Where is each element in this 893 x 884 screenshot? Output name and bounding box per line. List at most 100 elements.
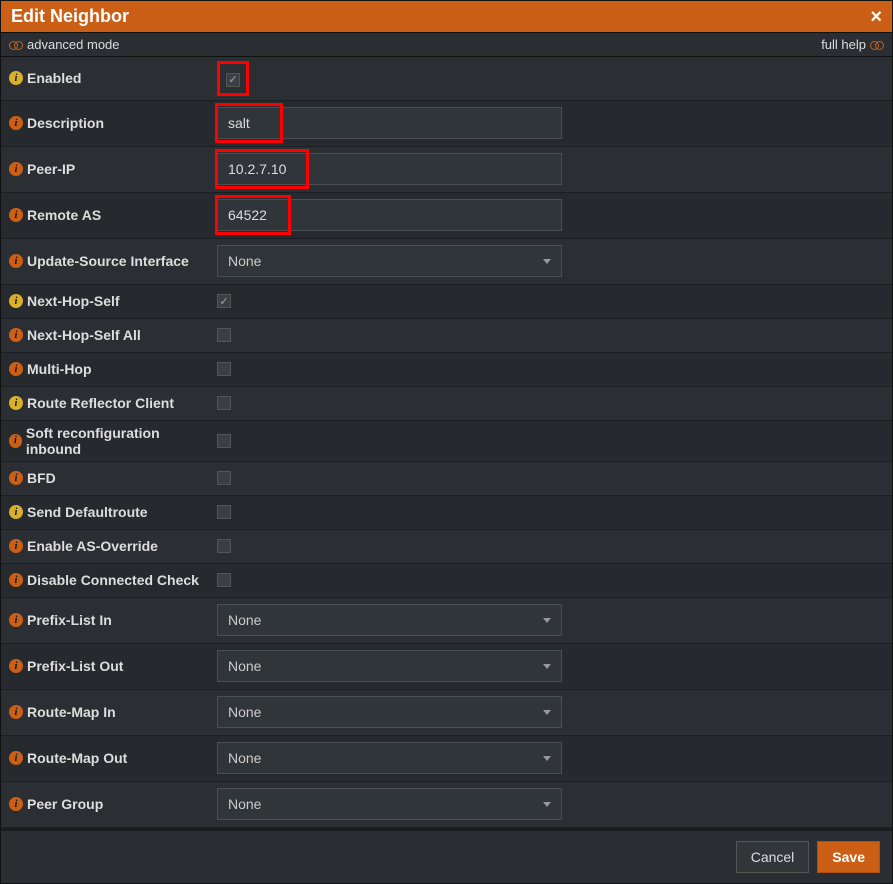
enabled-checkbox[interactable]	[226, 73, 240, 87]
row-remoteas: i Remote AS	[1, 193, 892, 239]
full-help-label: full help	[821, 37, 866, 52]
info-icon[interactable]: i	[9, 797, 23, 811]
updatesource-select[interactable]: None	[217, 245, 562, 277]
chevron-down-icon	[543, 710, 551, 715]
info-icon[interactable]: i	[9, 613, 23, 627]
label-prefixout: Prefix-List Out	[27, 658, 123, 674]
modal-footer: Cancel Save	[1, 828, 892, 883]
modal-titlebar: Edit Neighbor ×	[1, 1, 892, 32]
label-bfd: BFD	[27, 470, 56, 486]
updatesource-value: None	[228, 253, 261, 269]
chevron-down-icon	[543, 756, 551, 761]
info-icon[interactable]: i	[9, 294, 23, 308]
modal-title: Edit Neighbor	[11, 6, 129, 27]
info-icon[interactable]: i	[9, 434, 22, 448]
info-icon[interactable]: i	[9, 162, 23, 176]
peergroup-select[interactable]: None	[217, 788, 562, 820]
info-icon[interactable]: i	[9, 471, 23, 485]
label-nexthopselfall: Next-Hop-Self All	[27, 327, 141, 343]
peerip-input[interactable]	[217, 153, 562, 185]
form-body: i Enabled i Description	[1, 57, 892, 828]
routemapin-select[interactable]: None	[217, 696, 562, 728]
label-peergroup: Peer Group	[27, 796, 103, 812]
label-rrclient: Route Reflector Client	[27, 395, 174, 411]
prefixin-select[interactable]: None	[217, 604, 562, 636]
routemapin-value: None	[228, 704, 261, 720]
chevron-down-icon	[543, 664, 551, 669]
routemapout-select[interactable]: None	[217, 742, 562, 774]
row-routemapout: i Route-Map Out None	[1, 736, 892, 782]
senddefault-checkbox[interactable]	[217, 505, 231, 519]
row-prefixin: i Prefix-List In None	[1, 598, 892, 644]
row-asoverride: i Enable AS-Override	[1, 530, 892, 564]
peergroup-value: None	[228, 796, 261, 812]
info-icon[interactable]: i	[9, 539, 23, 553]
advanced-mode-label: advanced mode	[27, 37, 120, 52]
row-rrclient: i Route Reflector Client	[1, 387, 892, 421]
mode-toolbar: advanced mode full help	[1, 32, 892, 57]
cancel-button[interactable]: Cancel	[736, 841, 810, 873]
label-routemapin: Route-Map In	[27, 704, 116, 720]
chevron-down-icon	[543, 802, 551, 807]
chevron-down-icon	[543, 259, 551, 264]
label-routemapout: Route-Map Out	[27, 750, 127, 766]
full-help-toggle[interactable]: full help	[821, 37, 884, 52]
rrclient-checkbox[interactable]	[217, 396, 231, 410]
highlight-enabled	[217, 61, 249, 96]
info-icon[interactable]: i	[9, 573, 23, 587]
bfd-checkbox[interactable]	[217, 471, 231, 485]
row-nexthopselfall: i Next-Hop-Self All	[1, 319, 892, 353]
row-peergroup: i Peer Group None	[1, 782, 892, 828]
disableconn-checkbox[interactable]	[217, 573, 231, 587]
label-multihop: Multi-Hop	[27, 361, 92, 377]
label-senddefault: Send Defaultroute	[27, 504, 148, 520]
label-updatesource: Update-Source Interface	[27, 253, 189, 269]
nexthopselfall-checkbox[interactable]	[217, 328, 231, 342]
info-icon[interactable]: i	[9, 705, 23, 719]
edit-neighbor-modal: Edit Neighbor × advanced mode full help …	[0, 0, 893, 884]
row-senddefault: i Send Defaultroute	[1, 496, 892, 530]
prefixout-select[interactable]: None	[217, 650, 562, 682]
row-updatesource: i Update-Source Interface None	[1, 239, 892, 285]
asoverride-checkbox[interactable]	[217, 539, 231, 553]
label-peerip: Peer-IP	[27, 161, 75, 177]
row-peerip: i Peer-IP	[1, 147, 892, 193]
save-button[interactable]: Save	[817, 841, 880, 873]
prefixin-value: None	[228, 612, 261, 628]
info-icon[interactable]: i	[9, 505, 23, 519]
row-disableconn: i Disable Connected Check	[1, 564, 892, 598]
softreconf-checkbox[interactable]	[217, 434, 231, 448]
info-icon[interactable]: i	[9, 116, 23, 130]
info-icon[interactable]: i	[9, 362, 23, 376]
info-icon[interactable]: i	[9, 751, 23, 765]
row-prefixout: i Prefix-List Out None	[1, 644, 892, 690]
row-nexthopself: i Next-Hop-Self	[1, 285, 892, 319]
row-multihop: i Multi-Hop	[1, 353, 892, 387]
info-icon[interactable]: i	[9, 659, 23, 673]
toggle-icon	[9, 40, 23, 50]
multihop-checkbox[interactable]	[217, 362, 231, 376]
remoteas-input[interactable]	[217, 199, 562, 231]
info-icon[interactable]: i	[9, 71, 23, 85]
close-icon[interactable]: ×	[870, 7, 882, 27]
nexthopself-checkbox[interactable]	[217, 294, 231, 308]
description-input[interactable]	[217, 107, 562, 139]
info-icon[interactable]: i	[9, 396, 23, 410]
label-nexthopself: Next-Hop-Self	[27, 293, 120, 309]
row-softreconf: i Soft reconfiguration inbound	[1, 421, 892, 462]
label-description: Description	[27, 115, 104, 131]
label-prefixin: Prefix-List In	[27, 612, 112, 628]
advanced-mode-toggle[interactable]: advanced mode	[9, 37, 120, 52]
label-enabled: Enabled	[27, 70, 81, 86]
chevron-down-icon	[543, 618, 551, 623]
row-description: i Description	[1, 101, 892, 147]
label-asoverride: Enable AS-Override	[27, 538, 158, 554]
info-icon[interactable]: i	[9, 254, 23, 268]
label-disableconn: Disable Connected Check	[27, 572, 199, 588]
row-routemapin: i Route-Map In None	[1, 690, 892, 736]
info-icon[interactable]: i	[9, 208, 23, 222]
row-enabled: i Enabled	[1, 57, 892, 101]
prefixout-value: None	[228, 658, 261, 674]
routemapout-value: None	[228, 750, 261, 766]
info-icon[interactable]: i	[9, 328, 23, 342]
